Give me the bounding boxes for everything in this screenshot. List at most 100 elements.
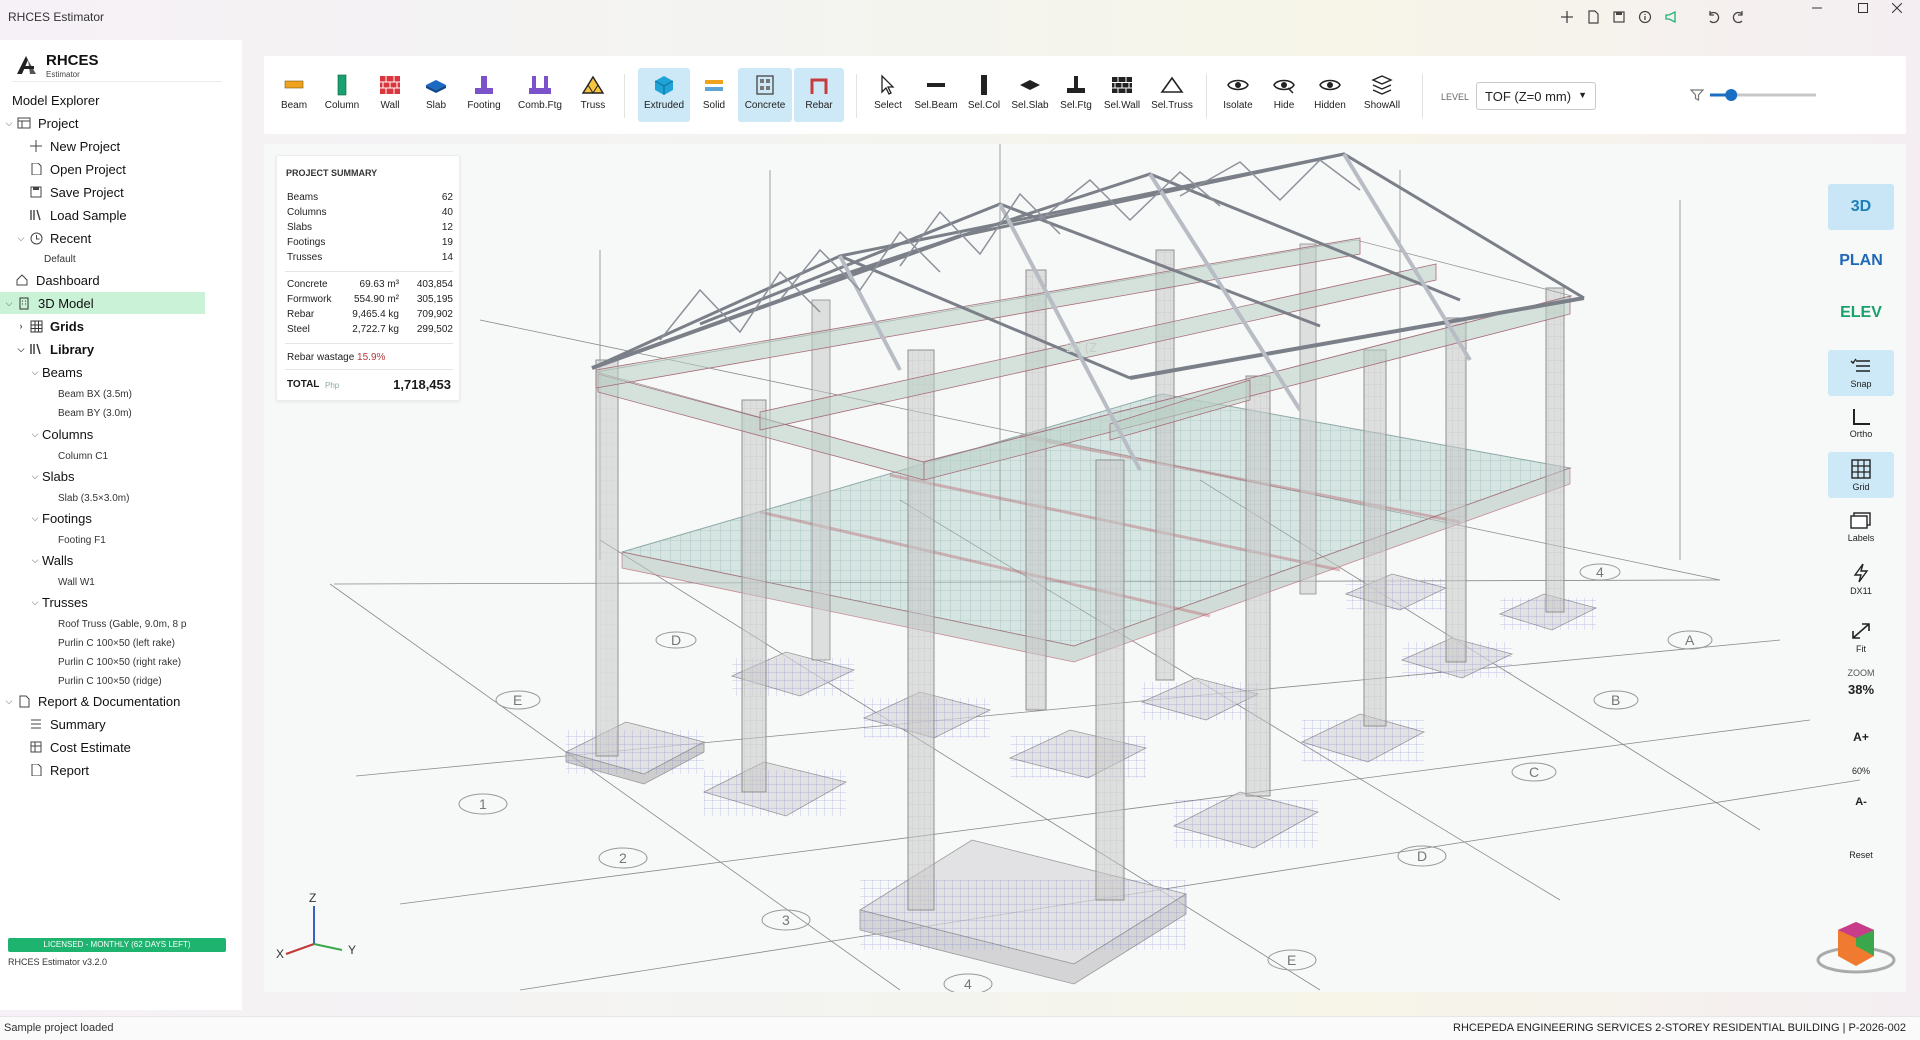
- chevron-down-icon: ▼: [1578, 90, 1587, 100]
- info-icon[interactable]: [1634, 6, 1656, 28]
- select-slab-button[interactable]: Sel.Slab: [1008, 68, 1052, 122]
- labels-toggle[interactable]: Labels: [1828, 504, 1894, 550]
- tree-recent[interactable]: ⌵ Recent: [16, 227, 92, 249]
- grid-toggle[interactable]: Grid: [1828, 452, 1894, 498]
- summary-row-footings: Footings 19: [287, 237, 453, 248]
- extruded-view-button[interactable]: Extruded: [638, 68, 690, 122]
- tree-3d-model[interactable]: ⌵ 3D Model: [0, 292, 205, 314]
- show-all-button[interactable]: ShowAll: [1356, 68, 1408, 122]
- navigation-cube[interactable]: [1816, 922, 1896, 974]
- tree-load-sample[interactable]: Load Sample: [28, 204, 127, 226]
- tree-new-project[interactable]: New Project: [28, 135, 120, 157]
- combined-footing-tool-button[interactable]: Comb.Ftg: [512, 68, 568, 122]
- select-column-button[interactable]: Sel.Col: [964, 68, 1004, 122]
- reset-button[interactable]: Reset: [1828, 850, 1894, 860]
- combined-footing-icon: [529, 76, 551, 94]
- opacity-slider[interactable]: [1708, 87, 1818, 103]
- snap-toggle[interactable]: Snap: [1828, 350, 1894, 396]
- select-tool-button[interactable]: Select: [868, 68, 908, 122]
- select-beam-button[interactable]: Sel.Beam: [912, 68, 960, 122]
- save-icon[interactable]: [1608, 6, 1630, 28]
- level-select[interactable]: TOF (Z=0 mm) ▼: [1476, 82, 1596, 110]
- select-truss-button[interactable]: Sel.Truss: [1148, 68, 1196, 122]
- tree-open-project[interactable]: Open Project: [28, 158, 126, 180]
- font-decrease-button[interactable]: A-: [1828, 796, 1894, 808]
- tree-wall-w1[interactable]: Wall W1: [58, 571, 95, 593]
- slab-tool-button[interactable]: Slab: [416, 68, 456, 122]
- tree-footings[interactable]: ⌵ Footings: [30, 507, 92, 529]
- hidden-button[interactable]: Hidden: [1308, 68, 1352, 122]
- dx11-toggle[interactable]: DX11: [1828, 556, 1894, 602]
- status-bar: Sample project loaded RHCEPEDA ENGINEERI…: [0, 1016, 1920, 1040]
- rebar-view-button[interactable]: Rebar: [794, 68, 844, 122]
- concrete-view-button[interactable]: Concrete: [738, 68, 792, 122]
- tree-report[interactable]: ⌵ Report & Documentation: [4, 690, 181, 712]
- 3d-viewport[interactable]: 1 2 3 4 4 A B C D E D E 2F (Z Z X Y: [264, 144, 1906, 992]
- toolbar-separator: [856, 74, 857, 118]
- font-increase-button[interactable]: A+: [1828, 730, 1894, 744]
- tree-cost-estimate[interactable]: Cost Estimate: [28, 736, 131, 758]
- fit-button[interactable]: Fit: [1828, 614, 1894, 660]
- tree-column-c1[interactable]: Column C1: [58, 445, 108, 467]
- view-plan-button[interactable]: PLAN: [1828, 238, 1894, 284]
- minimize-button[interactable]: [1794, 0, 1840, 16]
- tree-trusses[interactable]: ⌵ Trusses: [30, 591, 88, 613]
- summary-title: PROJECT SUMMARY: [286, 168, 378, 178]
- beam-tool-button[interactable]: Beam: [274, 68, 314, 122]
- footing-tool-button[interactable]: Footing: [460, 68, 508, 122]
- ortho-toggle[interactable]: Ortho: [1828, 400, 1894, 446]
- close-button[interactable]: [1874, 0, 1920, 16]
- snap-icon: [1850, 358, 1870, 372]
- add-icon[interactable]: [1556, 6, 1578, 28]
- tree-report-doc[interactable]: Report: [28, 759, 89, 781]
- summary-row-rebar: Rebar 9,465.4 kg 709,902: [287, 309, 453, 320]
- tree-library[interactable]: ⌵ Library: [16, 338, 95, 360]
- solid-icon: [705, 80, 723, 91]
- svg-text:C: C: [1529, 764, 1539, 780]
- isolate-button[interactable]: Isolate: [1216, 68, 1260, 122]
- tree-footing-f1[interactable]: Footing F1: [58, 529, 106, 551]
- svg-text:E: E: [1287, 952, 1296, 968]
- floor-level-label: 2F (Z: [1066, 340, 1097, 355]
- announce-icon[interactable]: [1660, 6, 1682, 28]
- solid-view-button[interactable]: Solid: [694, 68, 734, 122]
- tree-summary[interactable]: Summary: [28, 713, 106, 735]
- building-model[interactable]: 1 2 3 4 4 A B C D E D E 2F (Z Z X Y: [264, 144, 1906, 992]
- new-file-icon[interactable]: [1582, 6, 1604, 28]
- status-project-info: RHCEPEDA ENGINEERING SERVICES 2-STOREY R…: [1453, 1022, 1906, 1034]
- tree-slabs[interactable]: ⌵ Slabs: [30, 465, 75, 487]
- view-elev-button[interactable]: ELEV: [1828, 290, 1894, 336]
- select-footing-button[interactable]: Sel.Ftg: [1056, 68, 1096, 122]
- filter-icon[interactable]: [1690, 88, 1704, 102]
- clock-icon: [28, 230, 44, 246]
- tree-grids[interactable]: › Grids: [16, 315, 84, 337]
- svg-text:4: 4: [964, 976, 972, 992]
- truss-tool-button[interactable]: Truss: [572, 68, 614, 122]
- tree-purlin-ridge[interactable]: Purlin C 100×50 (ridge): [58, 670, 162, 692]
- tree-dashboard[interactable]: Dashboard: [14, 269, 100, 291]
- labels-icon: [1850, 511, 1871, 529]
- undo-icon[interactable]: [1702, 6, 1724, 28]
- wall-tool-button[interactable]: Wall: [370, 68, 410, 122]
- slider-thumb[interactable]: [1725, 89, 1738, 101]
- tree-slab[interactable]: Slab (3.5×3.0m): [58, 487, 129, 509]
- hide-button[interactable]: Hide: [1264, 68, 1304, 122]
- view-3d-button[interactable]: 3D: [1828, 184, 1894, 230]
- tree-recent-default[interactable]: Default: [44, 248, 76, 270]
- tree-columns[interactable]: ⌵ Columns: [30, 423, 94, 445]
- tree-project[interactable]: ⌵ Project: [4, 112, 79, 134]
- tree-beams[interactable]: ⌵ Beams: [30, 361, 83, 383]
- tree-save-project[interactable]: Save Project: [28, 181, 124, 203]
- beam-select-icon: [927, 83, 945, 87]
- select-wall-button[interactable]: Sel.Wall: [1100, 68, 1144, 122]
- column-tool-button[interactable]: Column: [320, 68, 364, 122]
- chevron-down-icon: ⌵: [5, 117, 13, 128]
- grid-icon: [28, 318, 44, 334]
- toolbar-separator: [1206, 74, 1207, 118]
- redo-icon[interactable]: [1728, 6, 1750, 28]
- column-icon: [337, 74, 347, 96]
- tree-walls[interactable]: ⌵ Walls: [30, 549, 74, 571]
- svg-text:Z: Z: [309, 891, 316, 905]
- license-badge: LICENSED - MONTHLY (62 DAYS LEFT): [8, 938, 226, 952]
- tree-beam-by[interactable]: Beam BY (3.0m): [58, 402, 132, 424]
